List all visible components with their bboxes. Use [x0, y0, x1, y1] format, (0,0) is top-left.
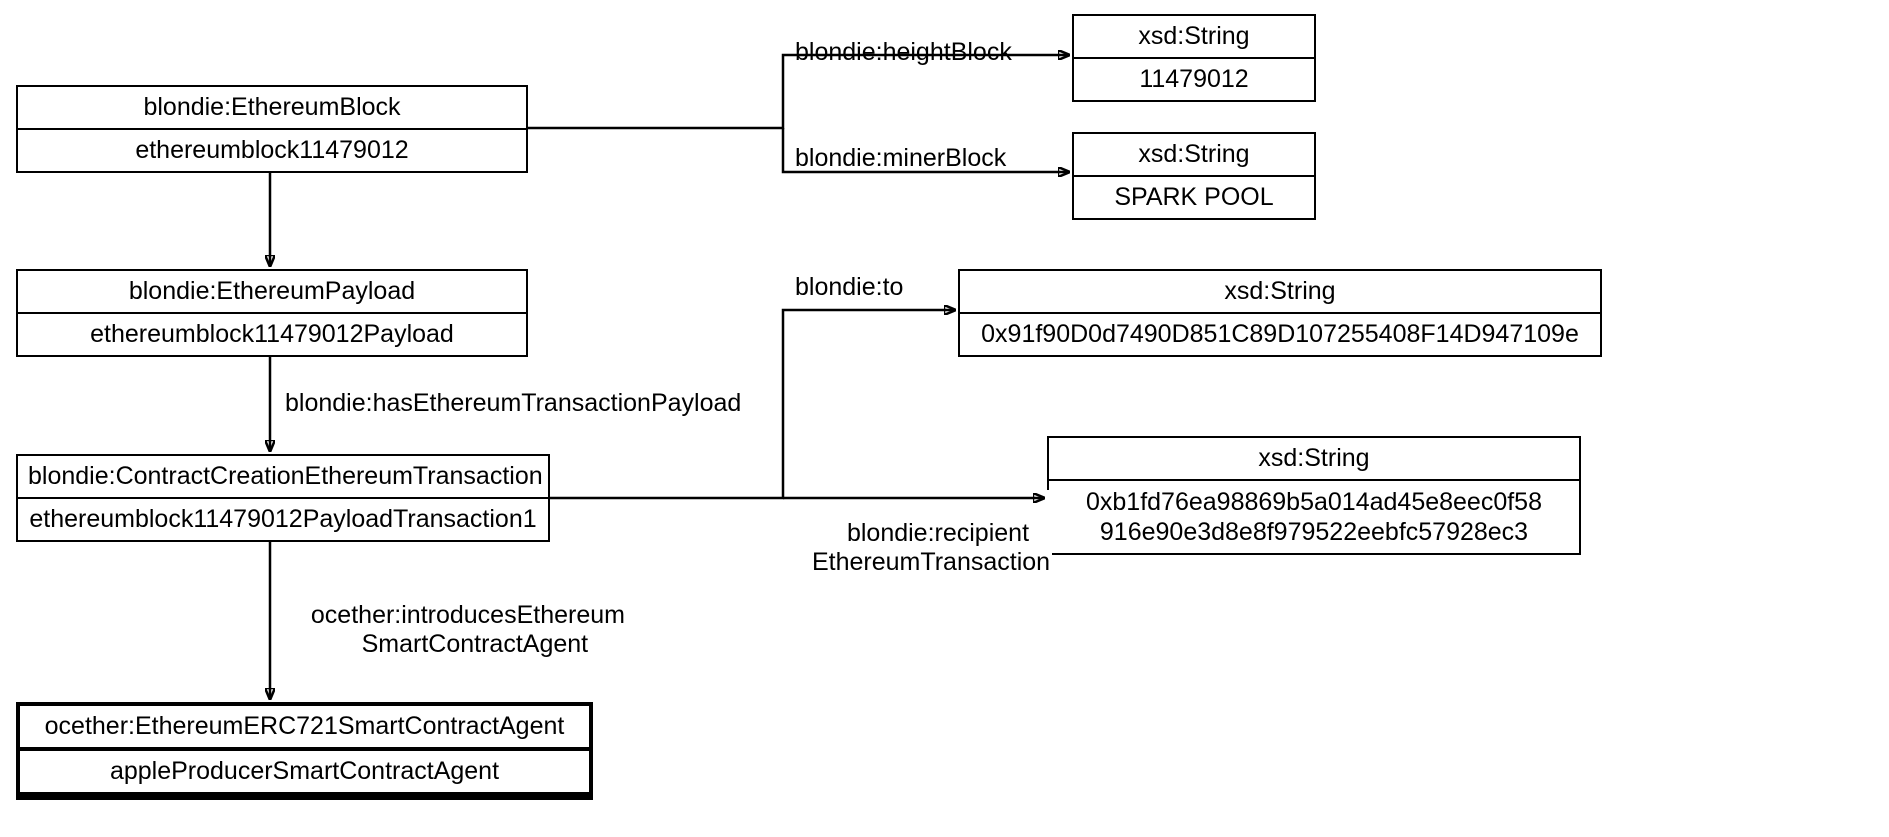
edge-label-introduces-line2: SmartContractAgent — [362, 630, 589, 658]
node-height-block: xsd:String 11479012 — [1072, 14, 1316, 102]
node-type-label: xsd:String — [1074, 134, 1314, 177]
node-instance-label: appleProducerSmartContractAgent — [20, 751, 589, 796]
edge-label-recipient: blondie:recipientEthereumTransaction — [810, 490, 1052, 577]
edge-label-miner-block: blondie:minerBlock — [793, 144, 1008, 173]
edge-label-introduces-line1: ocether:introducesEthereum — [311, 601, 625, 629]
node-instance-label: ethereumblock11479012PayloadTransaction1 — [18, 499, 548, 540]
node-value-label: 11479012 — [1074, 59, 1314, 100]
node-to-address: xsd:String 0x91f90D0d7490D851C89D1072554… — [958, 269, 1602, 357]
node-ethereum-block: blondie:EthereumBlock ethereumblock11479… — [16, 85, 528, 173]
edge-label-height-block: blondie:heightBlock — [793, 38, 1014, 67]
node-instance-label: ethereumblock11479012Payload — [18, 314, 526, 355]
node-type-label: xsd:String — [1074, 16, 1314, 59]
node-type-label: blondie:EthereumPayload — [18, 271, 526, 314]
node-recipient-address: xsd:String 0xb1fd76ea98869b5a014ad45e8ee… — [1047, 436, 1581, 555]
node-instance-label: ethereumblock11479012 — [18, 130, 526, 171]
node-contract-creation-tx: blondie:ContractCreationEthereumTransact… — [16, 454, 550, 542]
edge-label-recipient-line2: EthereumTransaction — [812, 548, 1050, 576]
edge-label-introduces: ocether:introducesEthereum SmartContract… — [295, 572, 627, 659]
node-ethereum-payload: blondie:EthereumPayload ethereumblock114… — [16, 269, 528, 357]
node-value-label: SPARK POOL — [1074, 177, 1314, 218]
node-value-label: 0x91f90D0d7490D851C89D107255408F14D94710… — [960, 314, 1600, 355]
node-type-label: blondie:EthereumBlock — [18, 87, 526, 130]
node-miner-block: xsd:String SPARK POOL — [1072, 132, 1316, 220]
edge-label-to: blondie:to — [793, 273, 905, 302]
edge-label-recipient-line1: blondie:recipient — [847, 519, 1029, 547]
node-value-label: 0xb1fd76ea98869b5a014ad45e8eec0f58 916e9… — [1049, 481, 1579, 553]
node-type-label: xsd:String — [1049, 438, 1579, 481]
node-type-label: blondie:ContractCreationEthereumTransact… — [18, 456, 548, 499]
recipient-line1: 0xb1fd76ea98869b5a014ad45e8eec0f58 — [1086, 488, 1542, 516]
node-type-label: ocether:EthereumERC721SmartContractAgent — [20, 706, 589, 751]
edge-label-has-payload: blondie:hasEthereumTransactionPayload — [283, 389, 743, 418]
node-smart-contract-agent: ocether:EthereumERC721SmartContractAgent… — [16, 702, 593, 800]
recipient-line2: 916e90e3d8e8f979522eebfc57928ec3 — [1100, 518, 1528, 546]
node-type-label: xsd:String — [960, 271, 1600, 314]
